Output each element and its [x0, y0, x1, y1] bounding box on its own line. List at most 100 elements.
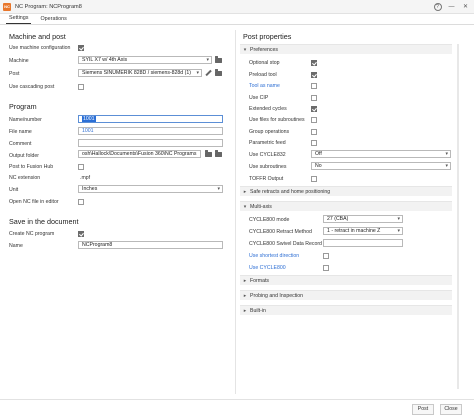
post-to-fusion-hub-label: Post to Fusion Hub — [9, 164, 54, 170]
post-to-fusion-hub-checkbox[interactable] — [78, 164, 84, 170]
panel-divider — [235, 30, 236, 394]
program-heading: Program — [9, 102, 37, 111]
post-properties-heading: Post properties — [243, 32, 292, 41]
cycle800-mode-select[interactable]: 27 (CBA) ▾ — [323, 215, 403, 223]
unit-select[interactable]: Inches ▾ — [78, 185, 223, 193]
unit-label: Unit — [9, 187, 19, 193]
output-folder-input[interactable]: osh\Hallock\Documents\Fusion 360\NC Prog… — [78, 150, 201, 158]
toffr-output-checkbox[interactable] — [311, 176, 317, 182]
pref-optional-stop-checkbox[interactable] — [311, 60, 317, 66]
use-cycle832-label: Use CYCLE832 — [249, 152, 286, 158]
group-safe-retracts[interactable]: ▸ Safe retracts and home positioning — [240, 186, 452, 196]
document-name-label: Name — [9, 243, 23, 249]
cycle800-swivel-input[interactable] — [323, 239, 403, 247]
tab-settings[interactable]: Settings — [6, 15, 32, 24]
chevron-down-icon: ▾ — [217, 186, 220, 192]
create-nc-program-checkbox[interactable] — [78, 231, 84, 237]
open-nc-in-editor-checkbox[interactable] — [78, 199, 84, 205]
use-machine-config-checkbox[interactable] — [78, 45, 84, 51]
machine-folder-button[interactable] — [214, 56, 222, 64]
file-name-label: File name — [9, 129, 32, 135]
name-number-label: Name/number — [9, 117, 42, 123]
file-name-input[interactable]: 1001 — [78, 127, 223, 135]
chevron-down-icon: ▾ — [445, 151, 448, 157]
group-multi-axis[interactable]: ▾ Multi-axis — [240, 201, 452, 211]
pref-extended-cycles-checkbox[interactable] — [311, 106, 317, 112]
output-folder-label: Output folder — [9, 153, 39, 159]
pref-group-operations-checkbox[interactable] — [311, 129, 317, 135]
close-button[interactable]: Close — [440, 404, 462, 415]
open-nc-in-editor-label: Open NC file in editor — [9, 199, 59, 205]
save-in-document-heading: Save in the document — [9, 217, 79, 226]
use-cascading-post-checkbox[interactable] — [78, 84, 84, 90]
tab-operations[interactable]: Operations — [37, 16, 69, 24]
help-button[interactable]: ? — [433, 2, 442, 11]
comment-input[interactable] — [78, 139, 223, 147]
machine-label: Machine — [9, 58, 29, 64]
close-button[interactable]: ✕ — [461, 2, 470, 11]
post-label: Post — [9, 71, 20, 77]
chevron-down-icon: ▾ — [196, 70, 199, 76]
minimize-button[interactable]: — — [447, 2, 456, 11]
post-button[interactable]: Post — [412, 404, 434, 415]
dialog-footer: Post Close — [0, 399, 474, 419]
use-cascading-post-label: Use cascading post — [9, 84, 55, 90]
output-folder-browse-button[interactable] — [204, 150, 212, 158]
use-machine-config-label: Use machine configuration — [9, 45, 71, 51]
machine-and-post-heading: Machine and post — [9, 32, 66, 41]
pref-tool-as-name-label[interactable]: Tool as name — [249, 83, 280, 89]
cycle800-swivel-label: CYCLE800 Swivel Data Record — [249, 241, 322, 247]
help-icon: ? — [433, 2, 442, 11]
cycle800-mode-label: CYCLE800 mode — [249, 217, 290, 223]
group-built-in[interactable]: ▸ Built-in — [240, 305, 452, 315]
title-bar: NC NC Program: NCProgram8 ? — ✕ — [0, 0, 474, 14]
use-cycle800-checkbox[interactable] — [323, 265, 329, 271]
chevron-right-icon: ▸ — [243, 277, 247, 284]
comment-label: Comment — [9, 141, 32, 147]
pref-parametric-feed-label: Parametric feed — [249, 140, 286, 146]
name-number-input[interactable]: 1001 — [78, 115, 223, 123]
group-formats[interactable]: ▸ Formats — [240, 275, 452, 285]
machine-select[interactable]: SYIL X7 w/ 4th Axis ▾ — [78, 56, 212, 64]
post-select[interactable]: Siemens SINUMERIK 828D / siemens-828d (1… — [78, 69, 202, 77]
chevron-down-icon: ▾ — [445, 163, 448, 169]
cycle800-retract-select[interactable]: 1 - retract in machine Z ▾ — [323, 227, 403, 235]
chevron-down-icon: ▾ — [397, 216, 400, 222]
pref-group-operations-label: Group operations — [249, 129, 290, 135]
pref-use-cip-checkbox[interactable] — [311, 95, 317, 101]
post-folder-button[interactable] — [214, 69, 222, 77]
group-preferences[interactable]: ▾ Preferences — [240, 44, 452, 54]
nc-program-icon: NC — [3, 2, 11, 11]
tab-bar: Settings Operations — [0, 14, 474, 25]
nc-extension-value: .mpf — [80, 175, 91, 181]
pencil-icon — [204, 69, 212, 77]
post-edit-button[interactable] — [204, 69, 212, 77]
document-name-input[interactable]: NCProgram8 — [78, 241, 223, 249]
chevron-down-icon: ▾ — [243, 203, 247, 210]
pref-use-files-subroutines-checkbox[interactable] — [311, 117, 317, 123]
chevron-right-icon: ▸ — [243, 292, 247, 299]
minimize-icon: — — [448, 3, 455, 10]
nc-extension-label: NC extension — [9, 175, 41, 181]
folder-icon — [214, 56, 222, 63]
cycle800-retract-label: CYCLE800 Retract Method — [249, 229, 312, 235]
pref-tool-as-name-checkbox[interactable] — [311, 83, 317, 89]
folder-icon — [214, 69, 222, 76]
pref-optional-stop-label: Optional stop — [249, 60, 280, 66]
properties-scrollbar[interactable] — [457, 44, 459, 389]
chevron-down-icon: ▾ — [397, 228, 400, 234]
use-cycle800-label[interactable]: Use CYCLE800 — [249, 265, 286, 271]
use-shortest-direction-checkbox[interactable] — [323, 253, 329, 259]
create-nc-program-label: Create NC program — [9, 231, 55, 237]
group-probing[interactable]: ▸ Probing and Inspection — [240, 290, 452, 300]
chevron-down-icon: ▾ — [243, 46, 247, 53]
close-icon: ✕ — [462, 4, 469, 10]
pref-parametric-feed-checkbox[interactable] — [311, 140, 317, 146]
use-shortest-direction-label[interactable]: Use shortest direction — [249, 253, 299, 259]
window-title: NC Program: NCProgram8 — [15, 3, 82, 10]
use-subroutines-select[interactable]: No ▾ — [311, 162, 451, 170]
pref-preload-tool-checkbox[interactable] — [311, 72, 317, 78]
pref-extended-cycles-label: Extended cycles — [249, 106, 287, 112]
output-folder-open-button[interactable] — [214, 150, 222, 158]
use-cycle832-select[interactable]: Off ▾ — [311, 150, 451, 158]
